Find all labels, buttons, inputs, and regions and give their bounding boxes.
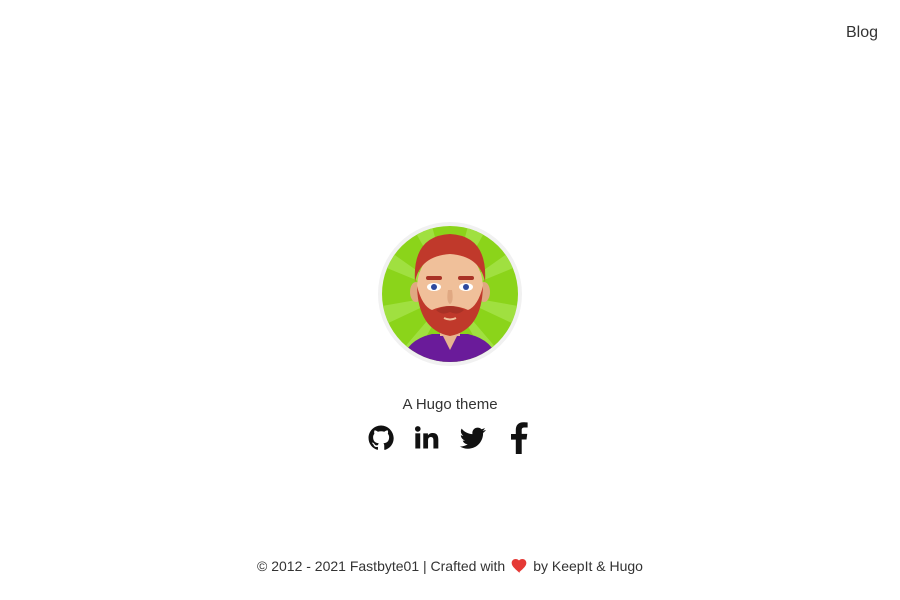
- twitter-icon: [459, 427, 486, 449]
- avatar: [382, 226, 518, 362]
- github-link[interactable]: [365, 421, 397, 455]
- avatar-frame: [378, 222, 522, 366]
- twitter-link[interactable]: [457, 421, 489, 455]
- linkedin-icon: [414, 426, 439, 449]
- nav-link-blog[interactable]: Blog: [846, 24, 878, 42]
- tagline: A Hugo theme: [402, 396, 498, 413]
- heart-icon: [511, 559, 527, 576]
- bearded-man-avatar-icon: [382, 226, 518, 362]
- top-navigation: Blog C: [846, 24, 900, 42]
- facebook-link[interactable]: [503, 421, 535, 455]
- github-icon: [368, 425, 394, 450]
- credit-text: by KeepIt & Hugo: [533, 558, 643, 574]
- profile-section: A Hugo theme: [0, 222, 900, 455]
- footer: © 2012 - 2021 Fastbyte01 | Crafted with b…: [0, 558, 900, 576]
- linkedin-link[interactable]: [411, 421, 443, 455]
- copyright-text: © 2012 - 2021 Fastbyte01 | Crafted with: [257, 558, 506, 574]
- social-links: [365, 421, 535, 455]
- facebook-icon: [511, 422, 528, 454]
- page: Blog C: [0, 0, 900, 600]
